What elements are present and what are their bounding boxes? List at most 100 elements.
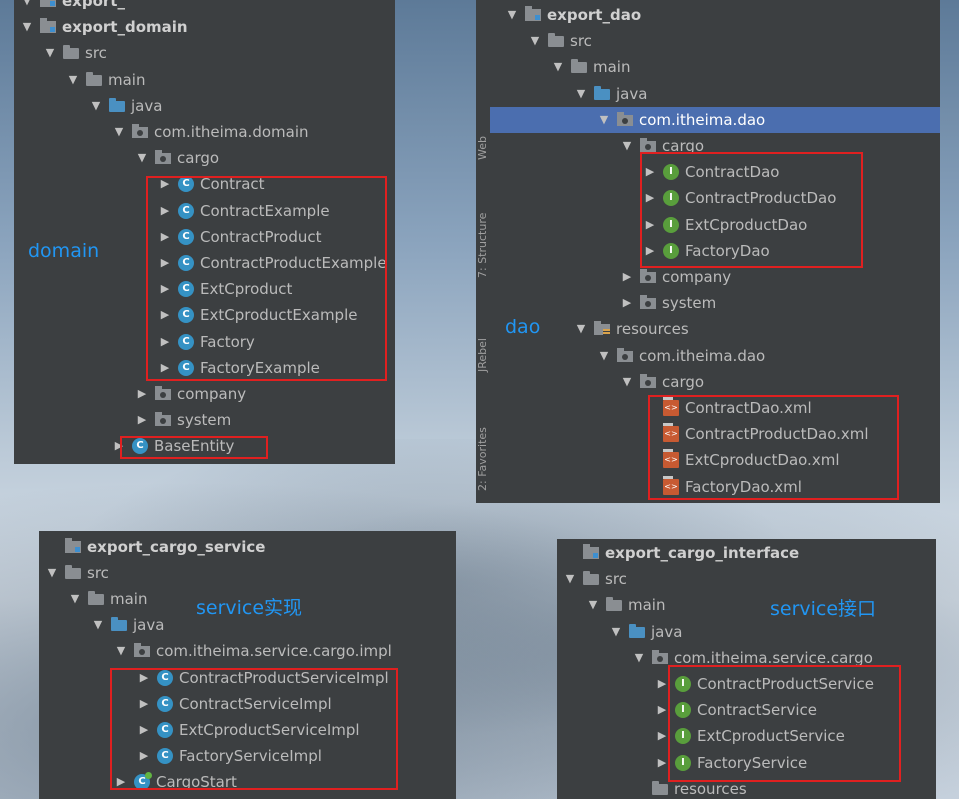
tree-row[interactable]: ▼ java: [476, 81, 940, 107]
tree-row-label: com.itheima.service.cargo.impl: [156, 642, 392, 661]
expand-arrow-down-icon[interactable]: ▼: [632, 645, 646, 671]
tree-row-label: java: [651, 622, 683, 641]
tree-row-label: resources: [616, 320, 689, 339]
tree-row-label: cargo: [177, 149, 220, 168]
tree-row[interactable]: export_cargo_service: [39, 534, 456, 560]
tree-row[interactable]: ▼ main: [557, 592, 936, 618]
tree-row-label: src: [605, 570, 627, 589]
tree-row[interactable]: ▶ company: [14, 381, 395, 407]
tree-row[interactable]: ▼ src: [14, 40, 395, 66]
side-tab-favorites[interactable]: 2: Favorites: [476, 420, 490, 498]
expand-arrow-down-icon[interactable]: ▼: [551, 54, 565, 80]
folder-icon: [548, 33, 564, 48]
folder-icon: [652, 780, 668, 795]
collapse-arrow-right-icon[interactable]: ▶: [620, 264, 634, 290]
expand-arrow-down-icon[interactable]: ▼: [45, 560, 59, 586]
tree-row[interactable]: ▼ com.itheima.domain: [14, 119, 395, 145]
source-folder-icon: [594, 85, 610, 100]
resources-folder-icon: [594, 321, 610, 336]
package-icon: [155, 150, 171, 165]
tree-row[interactable]: ▼ resources: [476, 316, 940, 342]
highlight-service-interfaces: [668, 665, 901, 782]
package-icon: [155, 412, 171, 427]
expand-arrow-down-icon[interactable]: ▼: [114, 638, 128, 664]
side-tab-jrebel[interactable]: JRebel: [476, 330, 490, 380]
tree-row[interactable]: export_cargo_interface: [557, 540, 936, 566]
tree-row[interactable]: ▼ export_domain: [14, 14, 395, 40]
tree-row[interactable]: ▼ main: [14, 67, 395, 93]
module-icon: [40, 18, 56, 34]
tree-row[interactable]: ▼ java: [14, 93, 395, 119]
tree-row-label: java: [131, 96, 163, 115]
tree-row-label: com.itheima.dao: [639, 346, 766, 365]
package-icon: [617, 111, 633, 126]
tree-row[interactable]: ▼ src: [39, 560, 456, 586]
collapse-arrow-right-icon[interactable]: ▶: [620, 290, 634, 316]
expand-arrow-down-icon[interactable]: ▼: [609, 619, 623, 645]
package-icon: [640, 295, 656, 310]
tree-row-label: system: [662, 294, 717, 313]
expand-arrow-down-icon[interactable]: ▼: [43, 40, 57, 66]
package-icon: [640, 269, 656, 283]
expand-arrow-down-icon[interactable]: ▼: [505, 2, 519, 28]
expand-arrow-down-icon[interactable]: ▼: [91, 612, 105, 638]
highlight-domain-classes: [146, 176, 387, 381]
expand-arrow-down-icon[interactable]: ▼: [66, 67, 80, 93]
source-folder-icon: [629, 623, 645, 638]
module-icon: [40, 0, 56, 7]
expand-arrow-down-icon[interactable]: ▼: [620, 369, 634, 395]
expand-arrow-down-icon[interactable]: ▼: [68, 586, 82, 612]
tree-row[interactable]: ▼ export_dao: [476, 2, 940, 28]
tree-row[interactable]: ▼ com.itheima.dao: [476, 106, 940, 133]
tree-row-label: src: [85, 44, 107, 63]
tree-row[interactable]: ▼ com.itheima.dao: [476, 343, 940, 369]
expand-arrow-down-icon[interactable]: ▼: [89, 93, 103, 119]
collapse-arrow-right-icon[interactable]: ▶: [655, 697, 669, 723]
collapse-arrow-right-icon[interactable]: ▶: [655, 750, 669, 776]
tree-row[interactable]: ▼ export_: [14, 0, 395, 14]
expand-arrow-down-icon[interactable]: ▼: [574, 81, 588, 107]
tree-row[interactable]: ▼ cargo: [14, 145, 395, 171]
tree-row-label: main: [628, 596, 666, 615]
tree-row[interactable]: ▶ system: [14, 407, 395, 433]
collapse-arrow-right-icon[interactable]: ▶: [135, 407, 149, 433]
expand-arrow-down-icon[interactable]: ▼: [20, 0, 34, 14]
source-folder-icon: [111, 617, 127, 632]
note-domain: domain: [28, 240, 100, 262]
expand-arrow-down-icon[interactable]: ▼: [586, 592, 600, 618]
side-tab-structure[interactable]: 7: Structure: [476, 208, 490, 282]
expand-arrow-down-icon[interactable]: ▼: [20, 14, 34, 40]
expand-arrow-down-icon[interactable]: ▼: [528, 28, 542, 54]
expand-arrow-down-icon[interactable]: ▼: [563, 566, 577, 592]
collapse-arrow-right-icon[interactable]: ▶: [655, 671, 669, 697]
expand-arrow-down-icon[interactable]: ▼: [574, 316, 588, 342]
folder-icon: [88, 591, 104, 606]
collapse-arrow-right-icon[interactable]: ▶: [135, 381, 149, 407]
tree-row-label: export_domain: [62, 18, 188, 37]
tree-row-label: cargo: [662, 372, 705, 391]
side-tab-web[interactable]: Web: [476, 128, 490, 168]
tree-row[interactable]: ▼ java: [557, 619, 936, 645]
tree-row-label: main: [110, 590, 148, 609]
tree-row[interactable]: ▼ src: [476, 28, 940, 54]
expand-arrow-down-icon[interactable]: ▼: [597, 343, 611, 369]
folder-icon: [571, 59, 587, 74]
tree-row[interactable]: ▶ system: [476, 290, 940, 316]
tree-row-label: company: [177, 385, 247, 403]
package-icon: [640, 138, 656, 152]
collapse-arrow-right-icon[interactable]: ▶: [655, 723, 669, 749]
expand-arrow-down-icon[interactable]: ▼: [135, 145, 149, 171]
tree-row-label: src: [570, 32, 592, 51]
expand-arrow-down-icon[interactable]: ▼: [620, 133, 634, 159]
tree-row-label: com.itheima.domain: [154, 123, 309, 141]
folder-icon: [583, 571, 599, 586]
tree-row[interactable]: ▼ com.itheima.service.cargo.impl: [39, 638, 456, 664]
expand-arrow-down-icon[interactable]: ▼: [112, 119, 126, 145]
note-service-impl: service实现: [196, 597, 303, 619]
tree-row[interactable]: ▼ cargo: [476, 369, 940, 395]
highlight-service-impls: [110, 668, 398, 790]
expand-arrow-down-icon[interactable]: ▼: [597, 107, 611, 133]
tree-row-label: export_cargo_interface: [605, 544, 800, 562]
tree-row[interactable]: ▼ src: [557, 566, 936, 592]
tree-row[interactable]: ▼ main: [476, 54, 940, 80]
